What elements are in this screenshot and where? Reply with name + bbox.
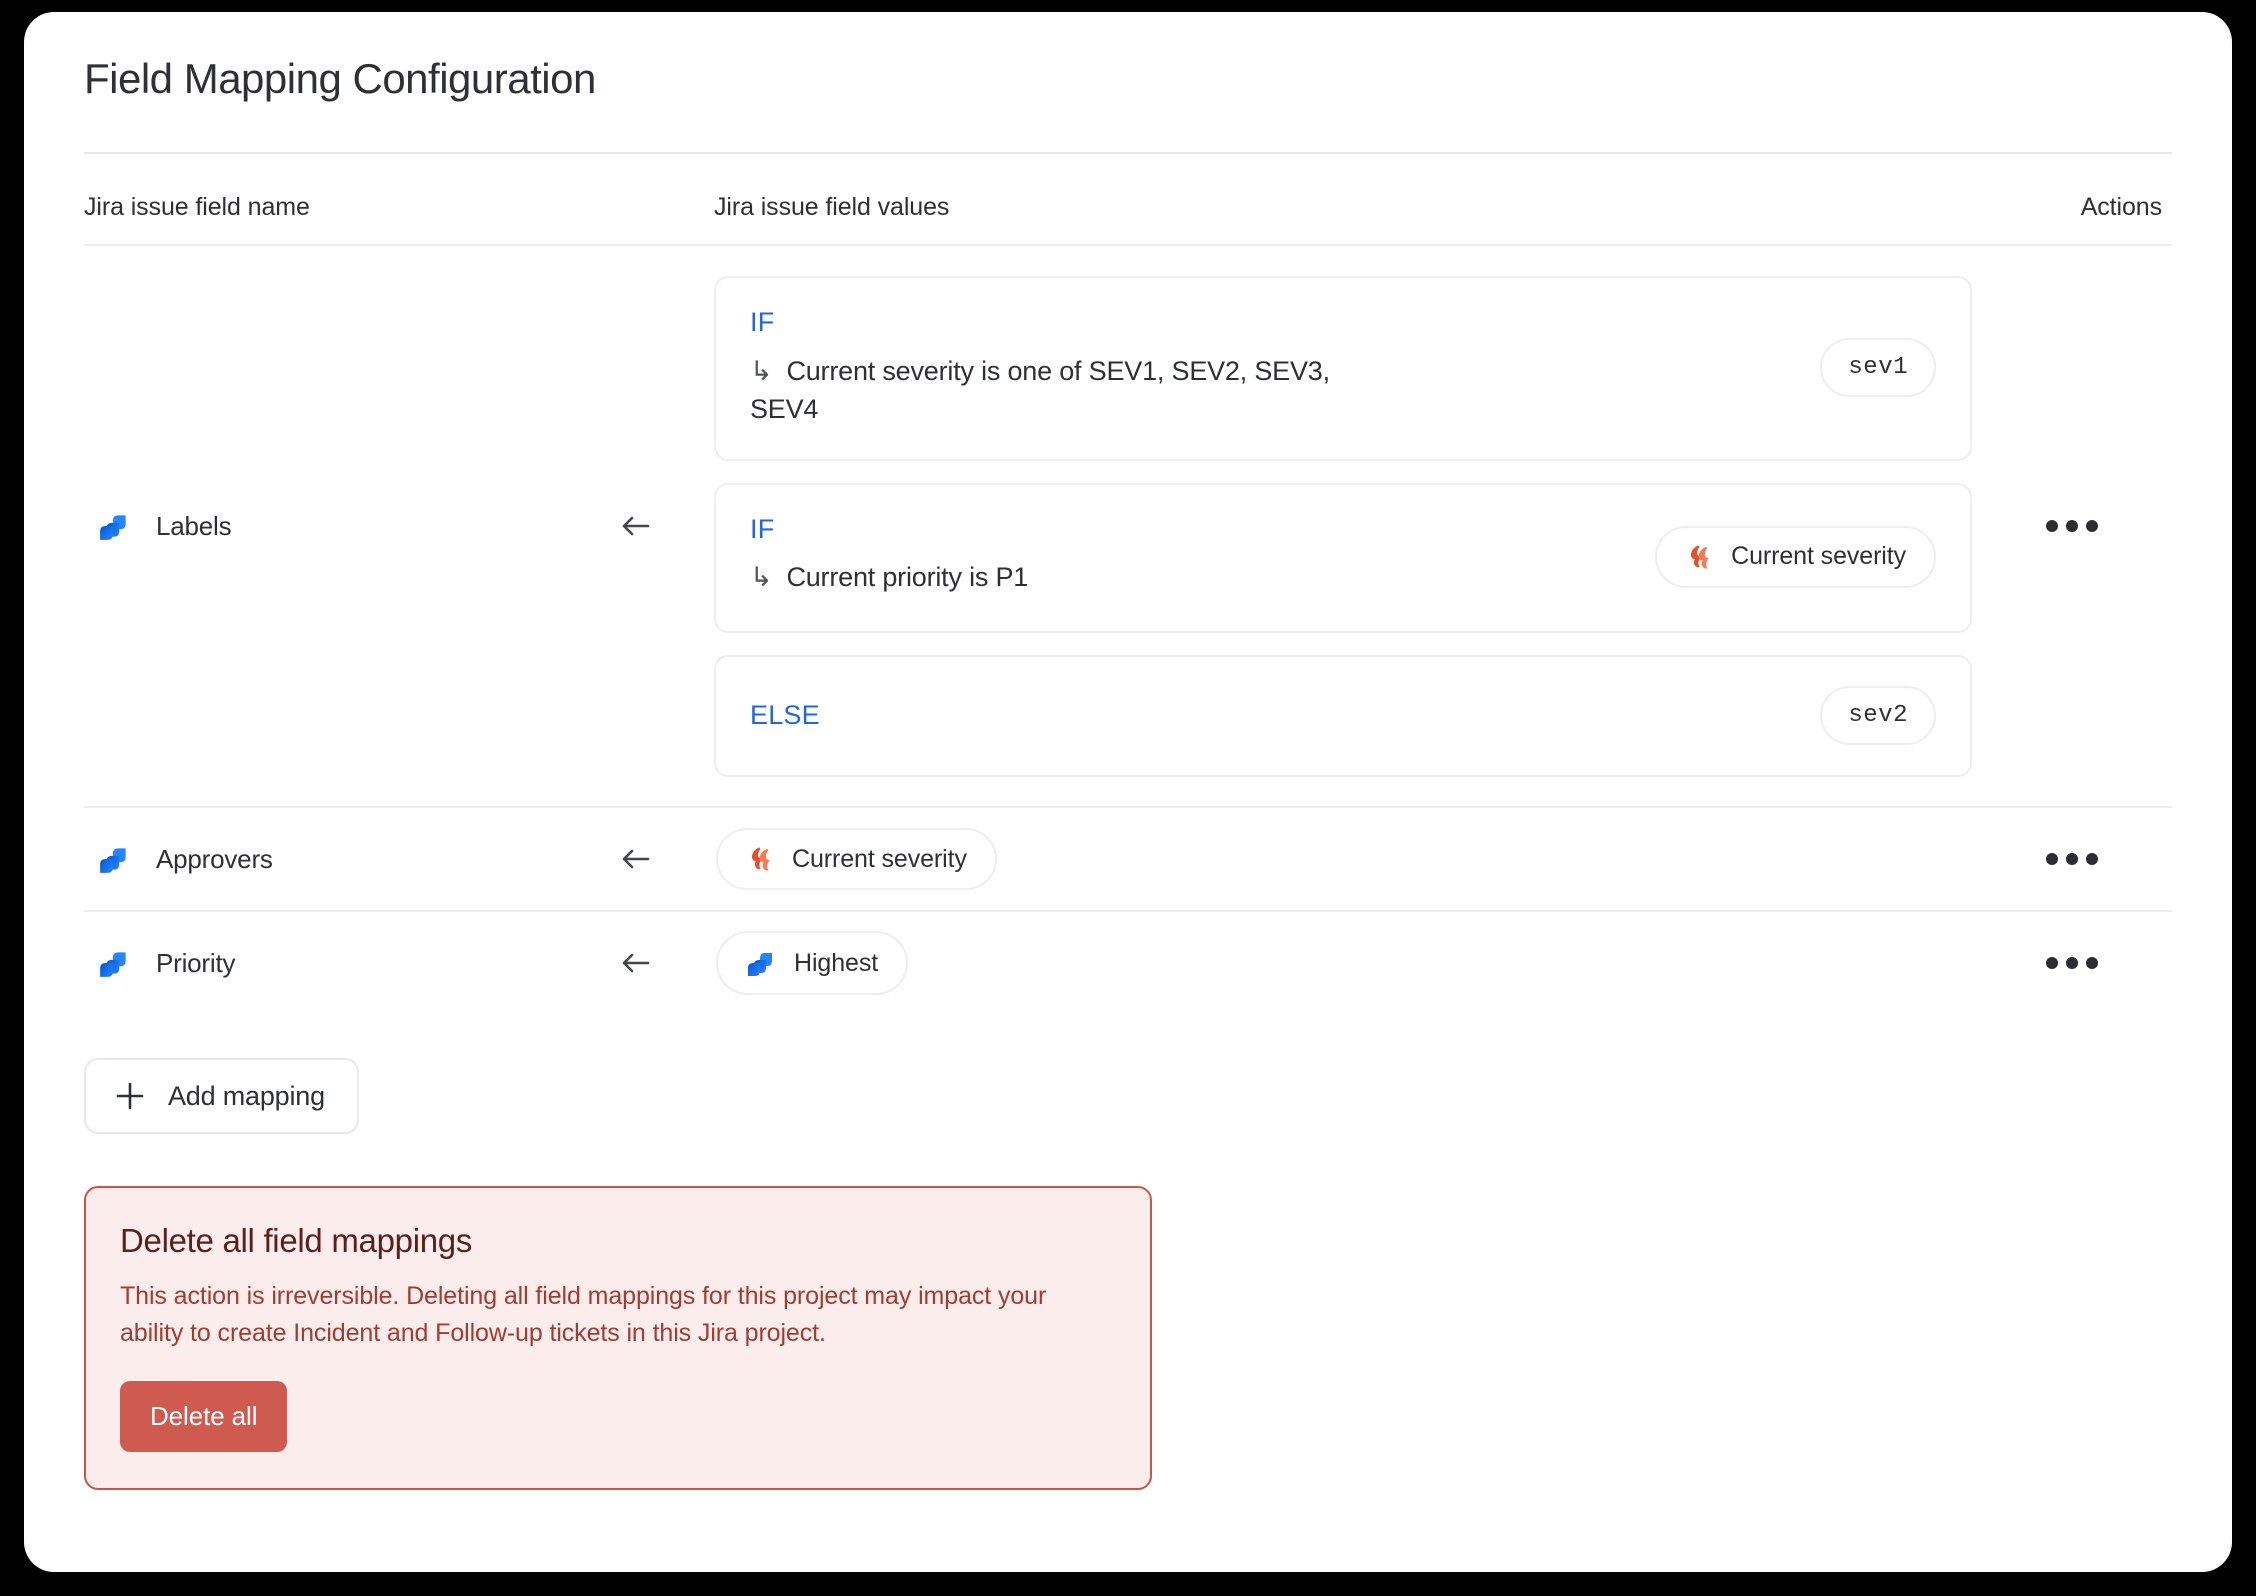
condition-text-wrap: ↳ Current priority is P1 [750,558,1390,596]
kebab-menu-icon[interactable] [2036,943,2108,983]
jira-icon [98,946,132,980]
field-name-label: Labels [156,510,232,541]
value-pill[interactable]: Current severity [1655,525,1936,588]
table-header-row: Jira issue field name Jira issue field v… [84,154,2172,244]
field-name-label: Approvers [156,843,273,874]
add-mapping-wrap: Add mapping [84,1014,2172,1135]
danger-title: Delete all field mappings [120,1222,473,1260]
jira-icon [98,509,132,543]
value-pill-label: Current severity [1731,542,1906,571]
field-name-cell-labels: Labels [84,509,714,543]
jira-icon [98,842,132,876]
value-pill[interactable]: sev2 [1820,686,1936,746]
field-name-cell-priority: Priority [84,946,714,980]
actions-cell [1972,506,2172,546]
add-mapping-button[interactable]: Add mapping [84,1058,359,1135]
value-pill[interactable]: Highest [716,931,909,996]
settings-window: Field Mapping Configuration Jira issue f… [24,12,2232,1572]
table-row: Labels IF ↳ Current severity is one of S… [84,246,2172,806]
actions-cell [1972,839,2172,879]
condition-card[interactable]: ELSE sev2 [714,654,1972,777]
value-pill-label: Current severity [792,844,967,873]
condition-card[interactable]: IF ↳ Current severity is one of SEV1, SEV… [714,276,1972,461]
page-title: Field Mapping Configuration [84,55,596,102]
condition-card[interactable]: IF ↳ Current priority is P1 Current seve… [714,482,1972,633]
danger-description: This action is irreversible. Deleting al… [120,1282,1047,1347]
delete-all-button[interactable]: Delete all [120,1380,288,1452]
column-header-field-name: Jira issue field name [84,192,310,221]
kebab-menu-icon[interactable] [2036,839,2108,879]
value-pill[interactable]: Current severity [716,828,997,891]
turn-down-right-icon: ↳ [750,355,773,386]
arrow-left-icon [618,948,652,978]
condition-text-wrap: ↳ Current severity is one of SEV1, SEV2, … [750,352,1390,429]
table-row: Priority Highest [84,912,2172,1014]
field-name-label: Priority [156,947,236,978]
actions-cell [1972,943,2172,983]
column-header-actions: Actions [2080,192,2162,221]
field-values-cell-labels: IF ↳ Current severity is one of SEV1, SEV… [714,276,1972,777]
condition-keyword: IF [750,307,775,338]
value-pill-label: sev1 [1848,353,1908,381]
incident-flame-icon [746,844,776,874]
arrow-left-icon [618,844,652,874]
turn-down-right-icon: ↳ [750,562,773,593]
field-mapping-table: Jira issue field name Jira issue field v… [84,154,2172,1014]
condition-keyword: ELSE [750,699,820,730]
add-mapping-label: Add mapping [168,1080,325,1111]
jira-icon [746,947,778,979]
screenshot-root: Field Mapping Configuration Jira issue f… [0,0,2256,1596]
field-name-cell-approvers: Approvers [84,842,714,876]
condition-text: Current severity is one of SEV1, SEV2, S… [750,355,1330,425]
condition-text: Current priority is P1 [786,562,1029,593]
incident-flame-icon [1685,542,1715,572]
kebab-menu-icon[interactable] [2036,506,2108,546]
column-header-field-values: Jira issue field values [714,192,950,221]
plus-icon [114,1080,146,1112]
condition-list: IF ↳ Current severity is one of SEV1, SEV… [714,276,1972,777]
table-row: Approvers Current severity [84,808,2172,910]
value-pill[interactable]: sev1 [1820,337,1936,397]
condition-keyword: IF [750,513,775,544]
field-values-cell-approvers: Current severity [714,828,1972,891]
arrow-left-icon [618,511,652,541]
delete-all-field-mappings-panel: Delete all field mappings This action is… [84,1186,1152,1490]
value-pill-label: sev2 [1848,702,1908,730]
value-pill-label: Highest [794,948,879,977]
field-values-cell-priority: Highest [714,931,1972,996]
